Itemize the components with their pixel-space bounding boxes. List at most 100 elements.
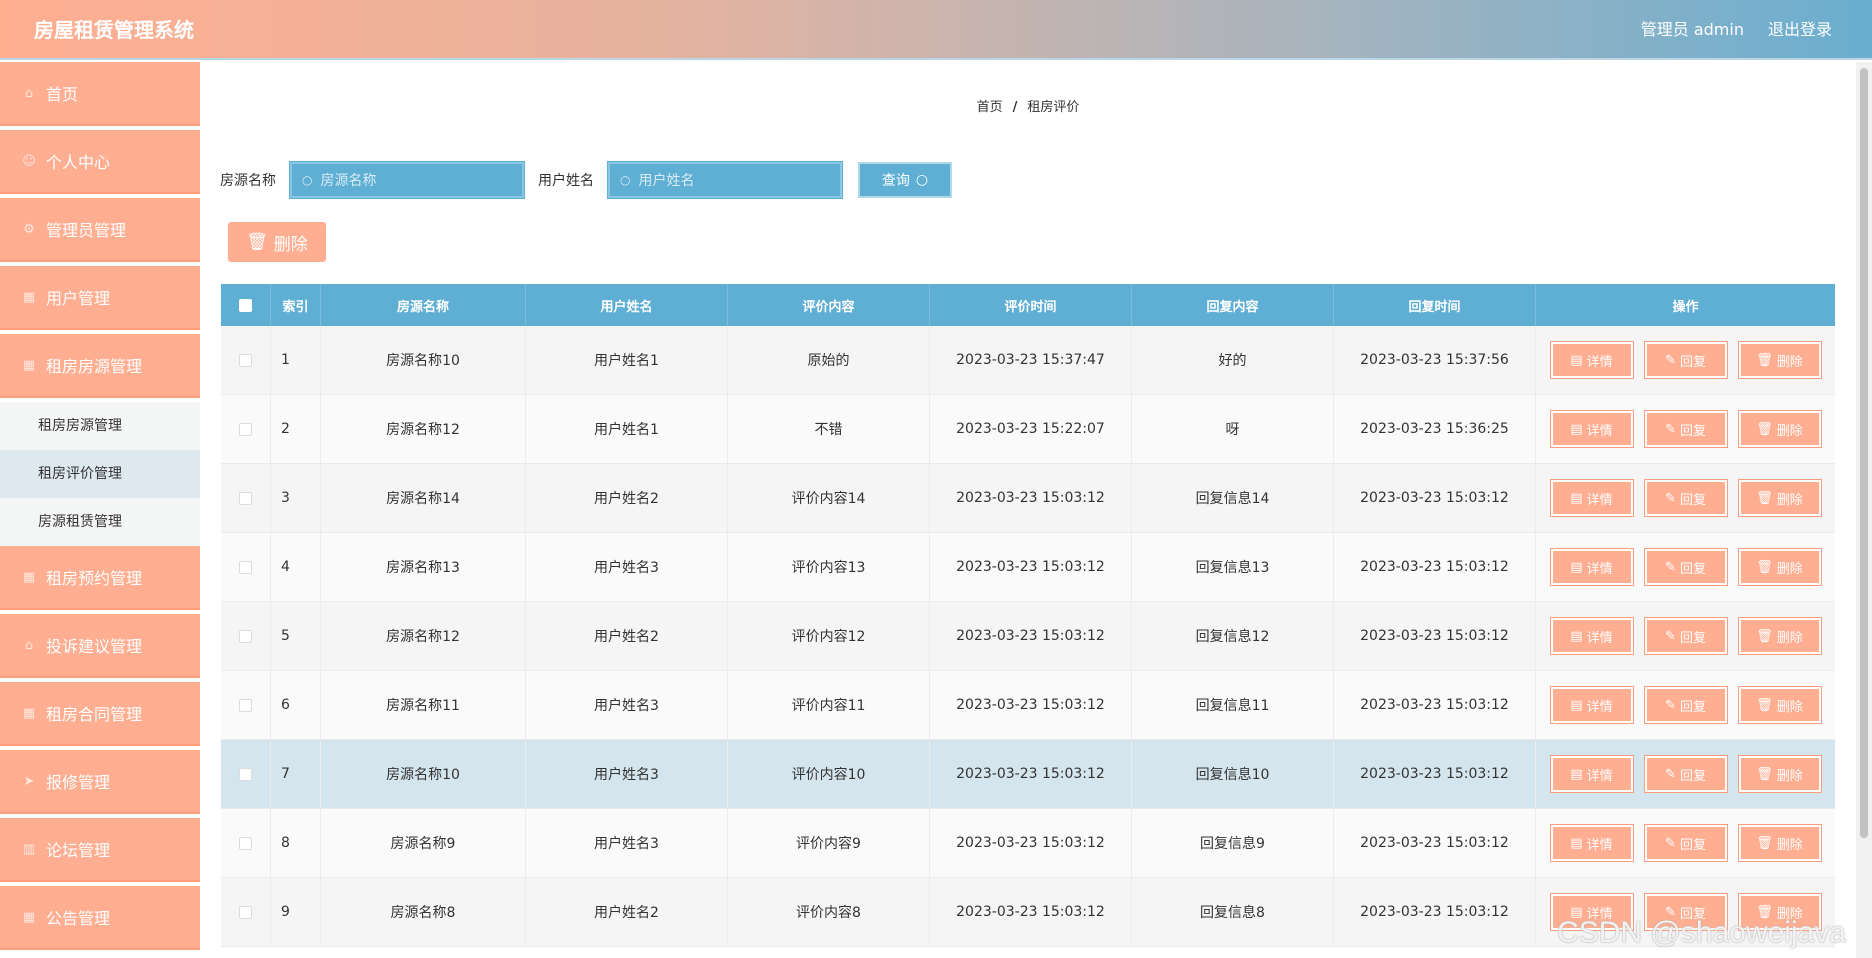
reply-button[interactable]: ✎ 回复 xyxy=(1643,479,1728,517)
detail-button[interactable]: ▤ 详情 xyxy=(1549,341,1634,379)
grid-icon: ▦ xyxy=(22,357,36,373)
delete-button[interactable]: 🗑 删除 xyxy=(1737,479,1822,517)
sidebar-item-items_after-2[interactable]: ▦ 租房合同管理 xyxy=(0,682,200,746)
reply-button[interactable]: ✎ 回复 xyxy=(1643,686,1728,724)
delete-button-label: 删除 xyxy=(1776,423,1803,439)
query-button[interactable]: 查询 ○ xyxy=(858,162,952,198)
scrollbar-thumb[interactable] xyxy=(1860,68,1868,838)
user-name-cell: 用户姓名1 xyxy=(526,326,728,394)
row-checkbox[interactable] xyxy=(239,629,252,643)
review-content-cell: 不错 xyxy=(728,395,930,463)
reply-button[interactable]: ✎ 回复 xyxy=(1643,410,1728,448)
detail-button[interactable]: ▤ 详情 xyxy=(1549,686,1634,724)
sidebar-item-label: 首页 xyxy=(46,85,79,104)
detail-button[interactable]: ▤ 详情 xyxy=(1549,824,1634,862)
delete-button[interactable]: 🗑 删除 xyxy=(1737,824,1822,862)
index-cell: 5 xyxy=(271,602,321,670)
breadcrumb-home[interactable]: 首页 xyxy=(977,100,1003,115)
row-checkbox[interactable] xyxy=(239,767,252,781)
house-name-cell: 房源名称9 xyxy=(321,809,526,877)
sidebar-item-label: 租房房源管理 xyxy=(46,357,143,376)
reply-content-cell: 呀 xyxy=(1132,395,1334,463)
breadcrumb-current: 租房评价 xyxy=(1027,100,1080,115)
reply-button-label: 回复 xyxy=(1679,561,1706,577)
reply-time-cell: 2023-03-23 15:03:12 xyxy=(1334,809,1536,877)
submenu-item[interactable]: 租房房源管理 xyxy=(0,402,200,450)
review-time-cell: 2023-03-23 15:03:12 xyxy=(930,809,1132,877)
delete-button[interactable]: 🗑 删除 xyxy=(1737,686,1822,724)
sidebar-item-items-3[interactable]: ▦ 用户管理 xyxy=(0,266,200,330)
table-row: 1 房源名称10 用户姓名1 原始的 2023-03-23 15:37:47 好的 2023… xyxy=(221,326,1835,395)
delete-button[interactable]: 🗑 删除 xyxy=(1737,617,1822,655)
row-actions-cell: ▤ 详情 ✎ 回复 🗑 删除 xyxy=(1536,809,1835,877)
sidebar-item-items_after-1[interactable]: ⌂ 投诉建议管理 xyxy=(0,614,200,678)
row-select-cell xyxy=(221,740,271,808)
edit-icon: ✎ xyxy=(1665,490,1676,506)
search-bar: 房源名称 ○ 房源名称 用户姓名 ○ 用户姓名 查询 ○ xyxy=(220,161,952,199)
delete-button[interactable]: 🗑 删除 xyxy=(1737,410,1822,448)
col-header-house: 房源名称 xyxy=(321,284,526,326)
logout-link[interactable]: 退出登录 xyxy=(1768,0,1832,60)
sidebar-item-items-4[interactable]: ▦ 租房房源管理 xyxy=(0,334,200,398)
sidebar-item-label: 租房预约管理 xyxy=(46,569,143,588)
row-select-cell xyxy=(221,395,271,463)
sidebar-item-label: 个人中心 xyxy=(46,153,111,172)
page-scrollbar[interactable] xyxy=(1856,62,1872,958)
delete-button[interactable]: 🗑 删除 xyxy=(1737,755,1822,793)
sidebar-item-items-0[interactable]: ⌂ 首页 xyxy=(0,62,200,126)
house-name-input[interactable]: ○ 房源名称 xyxy=(289,161,525,199)
detail-button[interactable]: ▤ 详情 xyxy=(1549,410,1634,448)
row-checkbox[interactable] xyxy=(239,836,252,850)
sidebar-item-items-1[interactable]: ☺ 个人中心 xyxy=(0,130,200,194)
detail-button[interactable]: ▤ 详情 xyxy=(1549,479,1634,517)
current-user[interactable]: 管理员 admin xyxy=(1641,0,1744,60)
sidebar-item-items_after-0[interactable]: ▦ 租房预约管理 xyxy=(0,546,200,610)
col-header-index: 索引 xyxy=(271,284,321,326)
reply-button[interactable]: ✎ 回复 xyxy=(1643,617,1728,655)
reply-time-cell: 2023-03-23 15:03:12 xyxy=(1334,878,1536,946)
reply-button[interactable]: ✎ 回复 xyxy=(1643,824,1728,862)
review-content-cell: 评价内容10 xyxy=(728,740,930,808)
sidebar-item-items_after-5[interactable]: ▦ 公告管理 xyxy=(0,886,200,950)
sidebar-item-label: 用户管理 xyxy=(46,289,111,308)
sidebar-item-items_after-3[interactable]: ➤ 报修管理 xyxy=(0,750,200,814)
select-all-checkbox[interactable] xyxy=(239,298,252,312)
row-select-cell xyxy=(221,326,271,394)
batch-delete-button[interactable]: 🗑 删除 xyxy=(228,222,326,262)
row-checkbox[interactable] xyxy=(239,905,252,919)
row-checkbox[interactable] xyxy=(239,353,252,367)
breadcrumb: 首页 / 租房评价 xyxy=(200,96,1856,115)
detail-button[interactable]: ▤ 详情 xyxy=(1549,755,1634,793)
reply-button[interactable]: ✎ 回复 xyxy=(1643,341,1728,379)
delete-button-label: 删除 xyxy=(1776,561,1803,577)
sidebar-item-items-2[interactable]: ⚙ 管理员管理 xyxy=(0,198,200,262)
user-name-input[interactable]: ○ 用户姓名 xyxy=(607,161,843,199)
row-checkbox[interactable] xyxy=(239,560,252,574)
row-checkbox[interactable] xyxy=(239,491,252,505)
reply-button[interactable]: ✎ 回复 xyxy=(1643,755,1728,793)
review-time-cell: 2023-03-23 15:37:47 xyxy=(930,326,1132,394)
delete-button-label: 删除 xyxy=(1776,837,1803,853)
delete-button[interactable]: 🗑 删除 xyxy=(1737,341,1822,379)
row-checkbox[interactable] xyxy=(239,698,252,712)
house-name-placeholder: 房源名称 xyxy=(320,173,377,189)
row-checkbox[interactable] xyxy=(239,422,252,436)
user-name-cell: 用户姓名2 xyxy=(526,602,728,670)
main-content: 首页 / 租房评价 房源名称 ○ 房源名称 用户姓名 ○ 用户姓名 查询 ○ 🗑 删… xyxy=(200,62,1856,958)
reply-content-cell: 回复信息8 xyxy=(1132,878,1334,946)
reply-button-label: 回复 xyxy=(1679,630,1706,646)
table-row: 7 房源名称10 用户姓名3 评价内容10 2023-03-23 15:03:12 回复信… xyxy=(221,740,1835,809)
sidebar-item-items_after-4[interactable]: ▥ 论坛管理 xyxy=(0,818,200,882)
col-header-actions: 操作 xyxy=(1672,299,1699,315)
review-content-cell: 评价内容11 xyxy=(728,671,930,739)
reply-button[interactable]: ✎ 回复 xyxy=(1643,548,1728,586)
sidebar-item-label: 报修管理 xyxy=(46,773,111,792)
row-actions-cell: ▤ 详情 ✎ 回复 🗑 删除 xyxy=(1536,464,1835,532)
detail-button[interactable]: ▤ 详情 xyxy=(1549,617,1634,655)
delete-button[interactable]: 🗑 删除 xyxy=(1737,548,1822,586)
detail-button[interactable]: ▤ 详情 xyxy=(1549,548,1634,586)
submenu-item[interactable]: 租房评价管理 xyxy=(0,450,200,498)
row-actions-cell: ▤ 详情 ✎ 回复 🗑 删除 xyxy=(1536,395,1835,463)
submenu-item[interactable]: 房源租赁管理 xyxy=(0,498,200,546)
sidebar-item-label: 管理员管理 xyxy=(46,221,127,240)
